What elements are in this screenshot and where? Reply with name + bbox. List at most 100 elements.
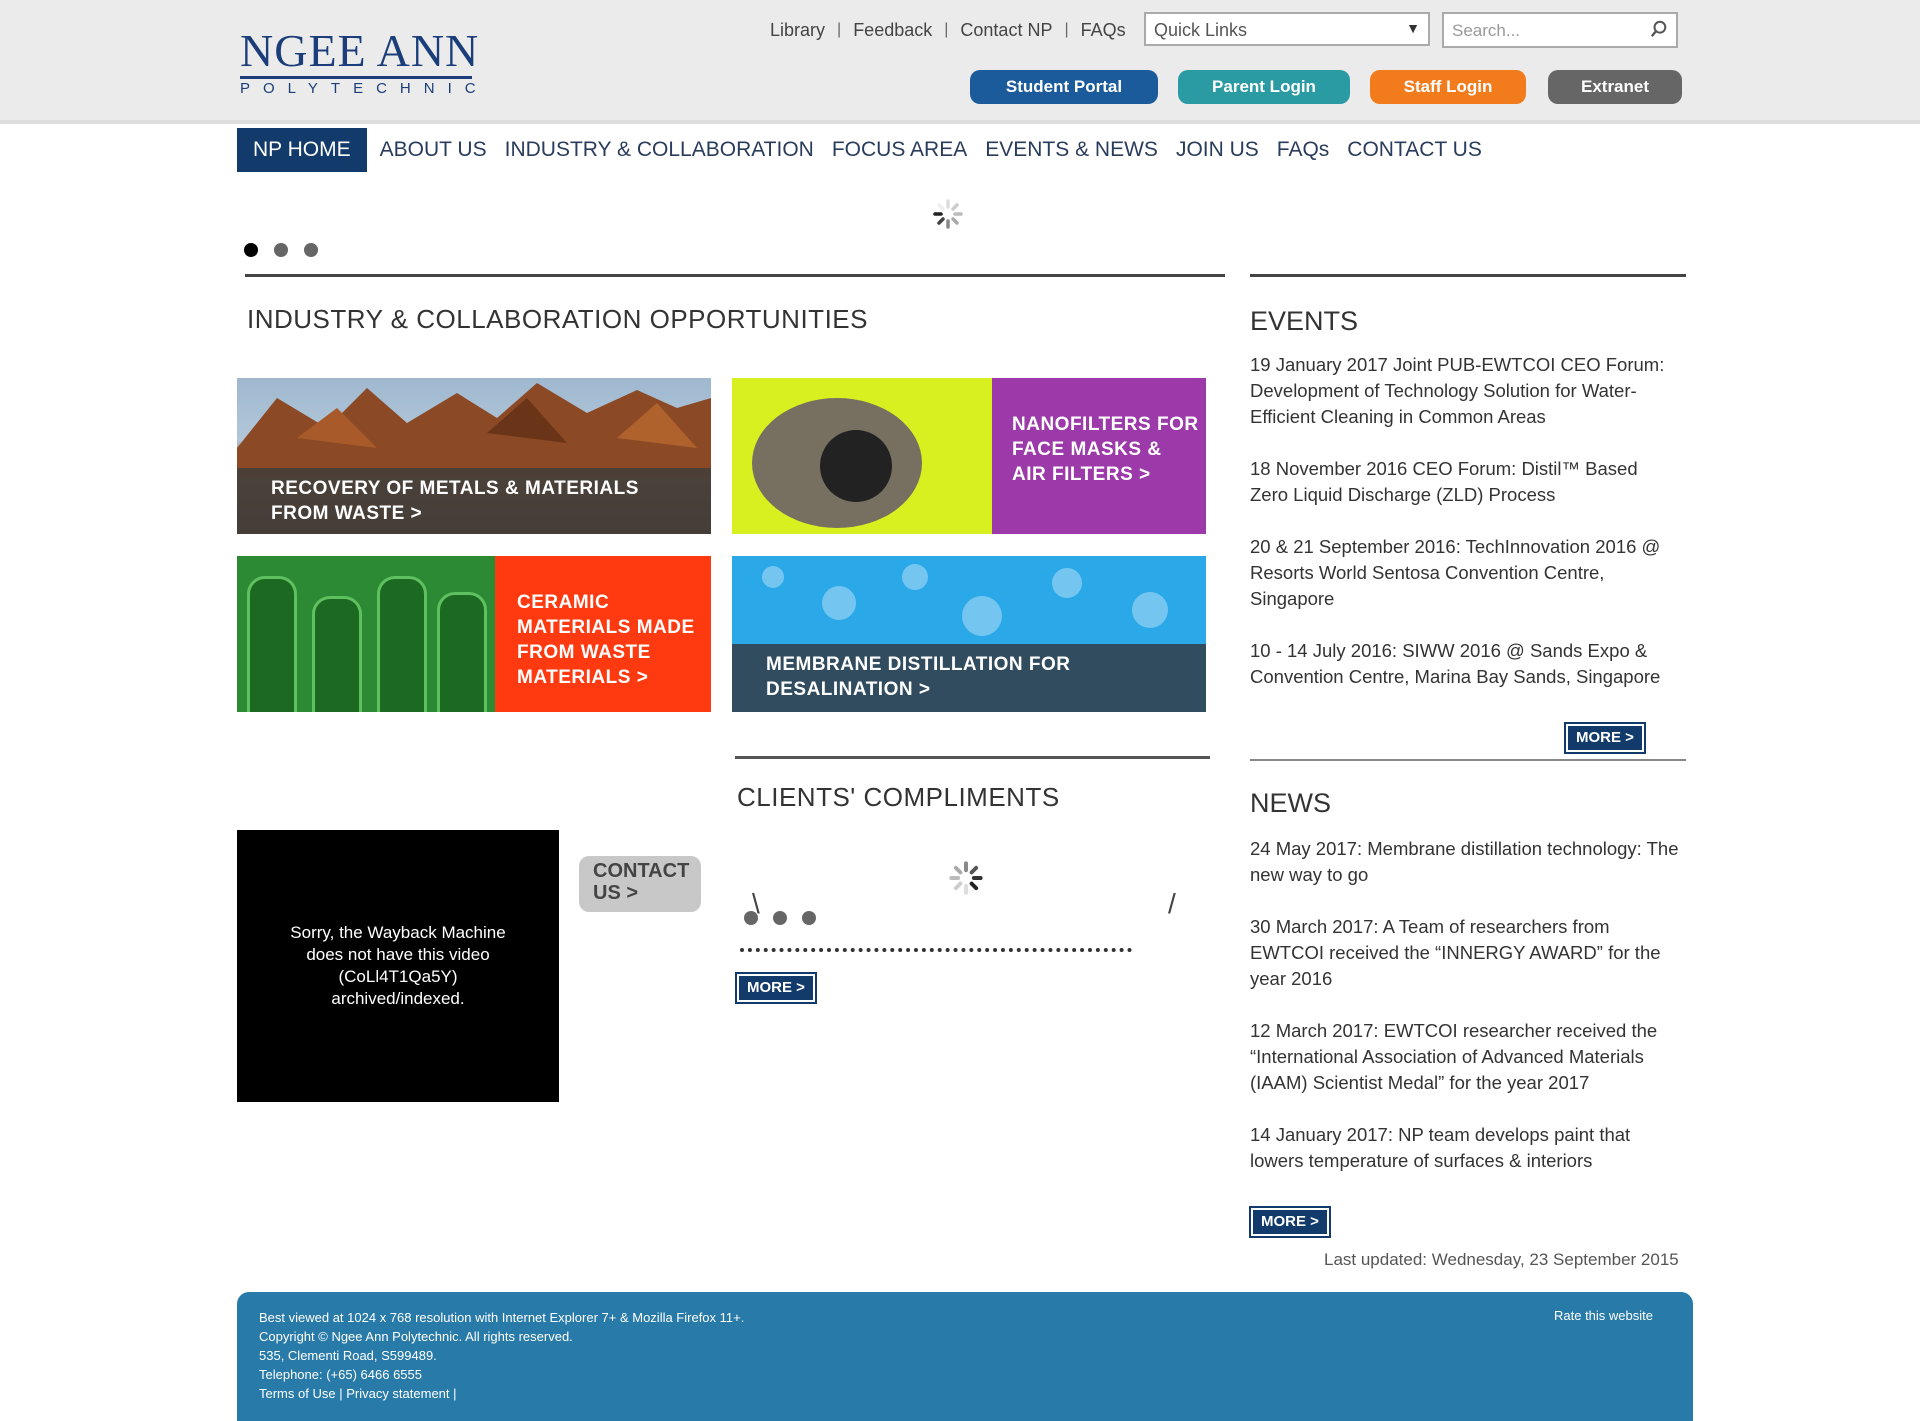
link-separator: | [837,21,842,38]
bottle-image [437,592,487,712]
caption-line: NANOFILTERS FOR [1012,414,1199,435]
nav-focus-area[interactable]: FOCUS AREA [823,128,976,172]
student-portal-button[interactable]: Student Portal [970,70,1158,104]
slider-dot[interactable] [274,243,288,257]
event-item[interactable]: 10 - 14 July 2016: SIWW 2016 @ Sands Exp… [1250,638,1680,690]
contact-us-button[interactable]: CONTACT US > [579,856,701,912]
footer-line: Telephone: (+65) 6466 6555 [259,1367,422,1382]
contact-button-line: US > [593,882,639,904]
caption-line: FACE MASKS & [1012,439,1162,460]
caption-line: MEMBRANE DISTILLATION FOR [766,654,1071,675]
water-drop-image [962,596,1002,636]
events-more-button[interactable]: MORE > [1564,722,1646,754]
industry-section-title: INDUSTRY & COLLABORATION OPPORTUNITIES [247,304,868,334]
site-footer: Best viewed at 1024 x 768 resolution wit… [237,1292,1693,1421]
caption-line: AIR FILTERS > [1012,464,1151,485]
news-title: NEWS [1250,788,1331,818]
tile-ceramic-materials[interactable]: CERAMIC MATERIALS MADE FROM WASTE MATERI… [237,556,711,712]
compliments-dotted-rule [740,948,1132,952]
feedback-link[interactable]: Feedback [853,20,932,41]
nav-about-us[interactable]: ABOUT US [371,128,496,172]
faqs-link[interactable]: FAQs [1081,20,1126,41]
tile-recovery-metals[interactable]: RECOVERY OF METALS & MATERIALS FROM WAST… [237,378,711,534]
compliments-dot[interactable] [773,911,787,925]
events-title: EVENTS [1250,306,1359,336]
nav-np-home[interactable]: NP HOME [237,128,367,172]
nav-contact-us[interactable]: CONTACT US [1338,128,1491,172]
news-item[interactable]: 14 January 2017: NP team develops paint … [1250,1122,1680,1174]
news-item[interactable]: 30 March 2017: A Team of researchers fro… [1250,914,1680,992]
event-item[interactable]: 19 January 2017 Joint PUB-EWTCOI CEO For… [1250,352,1680,430]
caption-line: DESALINATION > [766,679,931,700]
link-separator: | [1064,21,1069,38]
compliments-more-button[interactable]: MORE > [735,972,817,1004]
news-item[interactable]: 12 March 2017: EWTCOI researcher receive… [1250,1018,1680,1096]
quick-links-value: Quick Links [1154,20,1248,40]
extranet-button[interactable]: Extranet [1548,70,1682,104]
contact-button-line: CONTACT [593,860,690,882]
parent-login-button[interactable]: Parent Login [1178,70,1350,104]
footer-legal-links: Terms of Use | Privacy statement | [259,1384,744,1403]
water-drop-image [902,564,928,590]
contact-np-link[interactable]: Contact NP [960,20,1052,41]
tile-caption: CERAMIC MATERIALS MADE FROM WASTE MATERI… [517,590,695,690]
caption-line: FROM WASTE > [271,503,423,524]
logo-subtitle: POLYTECHNIC [240,76,476,97]
bottle-image [247,576,297,712]
water-drop-image [762,566,784,588]
nav-faqs[interactable]: FAQs [1268,128,1339,172]
search-input[interactable]: Search... [1442,12,1678,48]
tile-membrane-distillation[interactable]: MEMBRANE DISTILLATION FOR DESALINATION > [732,556,1206,712]
event-item[interactable]: 20 & 21 September 2016: TechInnovation 2… [1250,534,1680,612]
np-logo[interactable]: NGEE ANN POLYTECHNIC [240,28,480,98]
video-player[interactable]: Sorry, the Wayback Machine does not have… [237,830,559,1102]
event-item[interactable]: 18 November 2016 CEO Forum: Distil™ Base… [1250,456,1680,508]
caption-line: MATERIALS MADE [517,617,695,638]
section-divider [1250,274,1686,277]
caption-line: RECOVERY OF METALS & MATERIALS [271,478,639,499]
compliments-pagination [744,911,816,925]
site-header: NGEE ANN POLYTECHNIC Library | Feedback … [0,0,1920,124]
news-more-button[interactable]: MORE > [1249,1206,1331,1238]
slider-dot[interactable] [304,243,318,257]
bottle-image [377,576,427,712]
nanofiber-image [820,430,892,502]
staff-login-button[interactable]: Staff Login [1370,70,1526,104]
rate-website-link[interactable]: Rate this website [1554,1308,1653,1323]
bottle-image [312,596,362,712]
nav-join-us[interactable]: JOIN US [1167,128,1268,172]
compliments-title: CLIENTS' COMPLIMENTS [737,782,1060,812]
dropdown-arrow-icon: ▼ [1406,20,1420,36]
search-placeholder: Search... [1452,21,1521,40]
quick-links-select[interactable]: Quick Links ▼ [1144,12,1430,46]
footer-line: Copyright © Ngee Ann Polytechnic. All ri… [259,1329,573,1344]
video-unavailable-message: Sorry, the Wayback Machine does not have… [290,923,506,1008]
search-icon[interactable] [1650,20,1668,38]
tile-caption: MEMBRANE DISTILLATION FOR DESALINATION > [766,652,1071,702]
next-arrow-icon[interactable]: / [1168,888,1176,920]
news-item[interactable]: 24 May 2017: Membrane distillation techn… [1250,836,1680,888]
section-divider [735,756,1210,759]
slider-dot[interactable] [244,243,258,257]
slider-pagination [244,243,318,257]
nav-industry-collaboration[interactable]: INDUSTRY & COLLABORATION [496,128,823,172]
main-nav: NP HOME ABOUT US INDUSTRY & COLLABORATIO… [237,128,1491,172]
loading-spinner-icon [949,861,983,895]
water-drop-image [1052,568,1082,598]
logo-wordmark: NGEE ANN [240,25,480,76]
tile-nanofilters[interactable]: NANOFILTERS FOR FACE MASKS & AIR FILTERS… [732,378,1206,534]
tile-caption: NANOFILTERS FOR FACE MASKS & AIR FILTERS… [1012,412,1199,487]
section-divider [1250,759,1686,761]
page: NGEE ANN POLYTECHNIC Library | Feedback … [0,0,1920,1421]
last-updated: Last updated: Wednesday, 23 September 20… [1324,1250,1679,1269]
loading-spinner-icon [933,199,963,229]
footer-line: 535, Clementi Road, S599489. [259,1348,437,1363]
nav-events-news[interactable]: EVENTS & NEWS [976,128,1167,172]
water-drop-image [1132,592,1168,628]
tile-caption: RECOVERY OF METALS & MATERIALS FROM WAST… [271,476,639,526]
privacy-statement-link[interactable]: Privacy statement [346,1386,449,1401]
library-link[interactable]: Library [770,20,825,41]
compliments-dot[interactable] [802,911,816,925]
compliments-dot[interactable] [744,911,758,925]
terms-of-use-link[interactable]: Terms of Use [259,1386,336,1401]
